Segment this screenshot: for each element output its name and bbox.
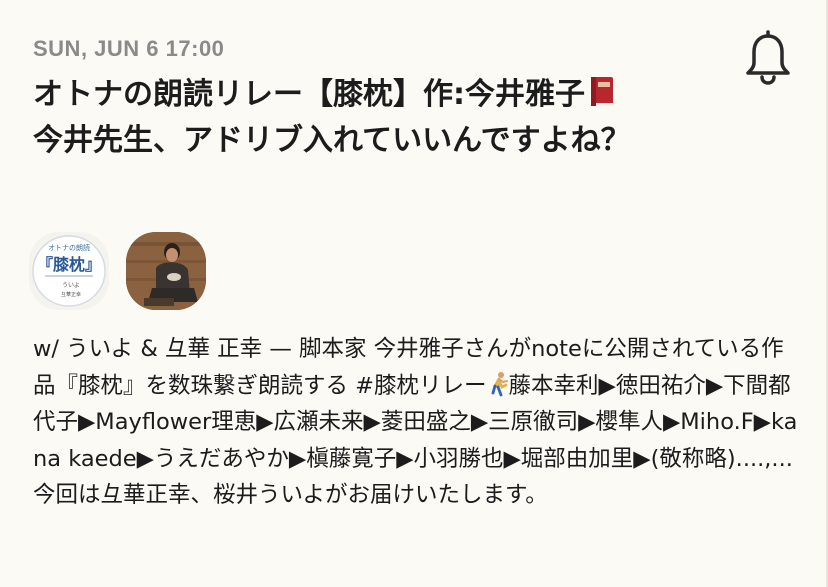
svg-text:オトナの朗読: オトナの朗読 [48, 243, 90, 252]
event-title[interactable]: オトナの朗読リレー【膝枕】作:今井雅子今井先生、アドリブ入れていいんですよね？ [33, 72, 733, 164]
svg-text:彑華正幸: 彑華正幸 [61, 291, 81, 298]
event-card: SUN, JUN 6 17:00 オトナの朗読リレー【膝枕】作:今井雅子今井先生… [0, 0, 828, 587]
bell-icon[interactable] [742, 30, 794, 86]
host-avatar-masayuki[interactable] [126, 232, 206, 310]
event-description: w/ ういよ & 彑華 正幸 — 脚本家 今井雅子さんがnoteに公開されている… [33, 331, 803, 514]
svg-text:『膝枕』: 『膝枕』 [37, 255, 101, 274]
svg-text:ういよ: ういよ [62, 282, 80, 289]
red-book-icon [589, 76, 615, 108]
host-avatar-uiyo[interactable]: オトナの朗読 『膝枕』 ういよ 彑華正幸 [29, 232, 109, 310]
event-title-text: オトナの朗読リレー【膝枕】作:今井雅子 [33, 77, 585, 112]
runner-icon [487, 371, 509, 397]
event-subtitle: 今井先生、アドリブ入れていいんですよね？ [33, 123, 631, 158]
event-date: SUN, JUN 6 17:00 [33, 36, 225, 61]
